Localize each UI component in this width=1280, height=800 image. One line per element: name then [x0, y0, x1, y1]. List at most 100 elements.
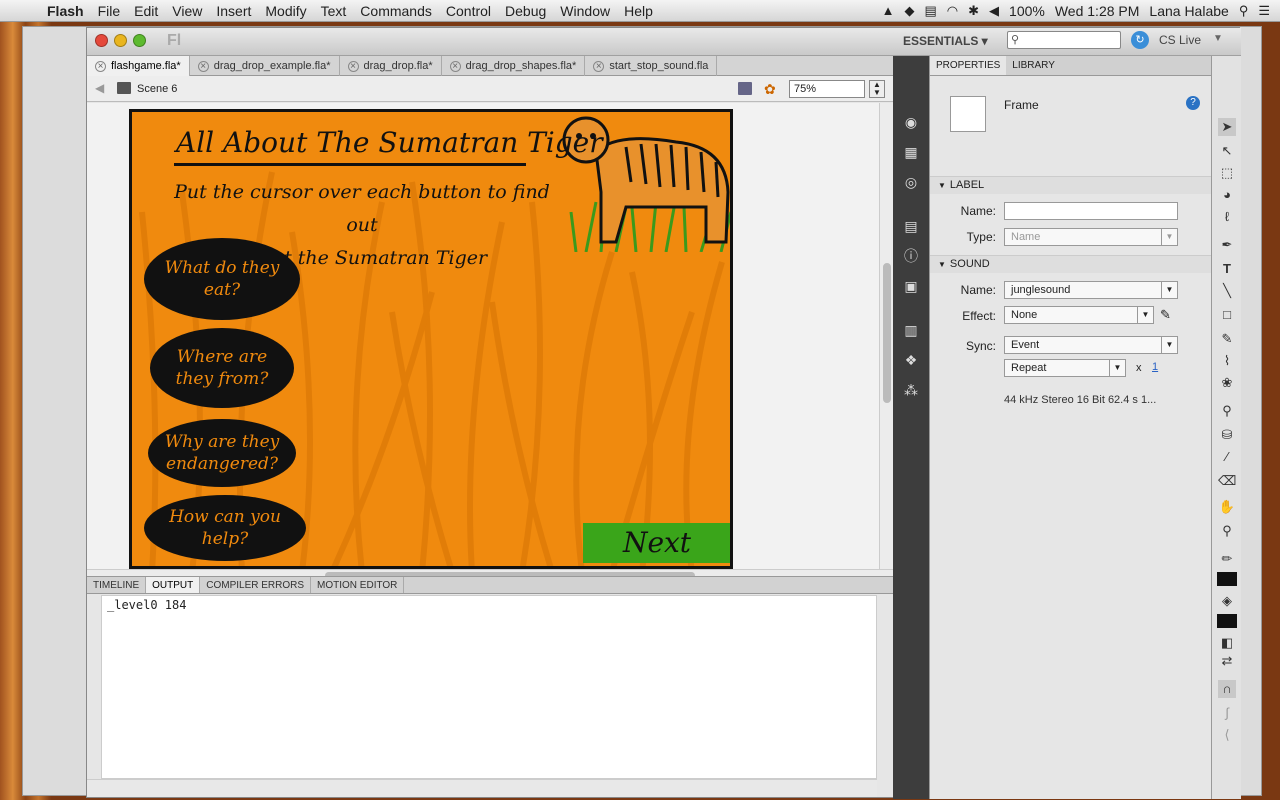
tab-output[interactable]: OUTPUT — [146, 577, 201, 593]
zoom-field[interactable]: 75% — [789, 80, 865, 98]
menu-control[interactable]: Control — [439, 3, 498, 19]
menu-help[interactable]: Help — [617, 3, 660, 19]
what-do-they-eat-button[interactable]: What do they eat? — [144, 238, 300, 320]
where-are-they-from-button[interactable]: Where are they from? — [150, 328, 294, 408]
menu-text[interactable]: Text — [314, 3, 354, 19]
transform-icon[interactable]: ▣ — [903, 278, 919, 294]
edit-symbols-icon[interactable]: ✿ — [764, 81, 776, 98]
motion-presets-icon[interactable]: ◎ — [903, 174, 919, 190]
menu-modify[interactable]: Modify — [258, 3, 313, 19]
eraser-tool-icon[interactable]: ⌫ — [1218, 472, 1236, 490]
edit-pencil-icon[interactable]: ✎ — [1160, 307, 1171, 323]
label-section-header[interactable]: ▼ LABEL — [930, 176, 1212, 194]
effect-dropdown[interactable]: None ▼ — [1004, 306, 1154, 324]
tab-compiler-errors[interactable]: COMPILER ERRORS — [200, 577, 312, 593]
movie-explorer-icon[interactable]: ⁂ — [903, 382, 919, 398]
sound-name-dropdown[interactable]: junglesound ▼ — [1004, 281, 1178, 299]
text-tool-icon[interactable]: T — [1218, 260, 1236, 278]
menu-edit[interactable]: Edit — [127, 3, 165, 19]
clock[interactable]: Wed 1:28 PM — [1055, 3, 1140, 19]
zoom-window-button[interactable] — [133, 34, 146, 47]
components-icon[interactable]: ❖ — [903, 352, 919, 368]
tab-drag-drop-shapes[interactable]: × drag_drop_shapes.fla* — [442, 56, 586, 76]
swatches-icon[interactable]: ▦ — [903, 144, 919, 160]
help-icon[interactable]: ? — [1186, 96, 1200, 110]
scene-label[interactable]: Scene 6 — [137, 83, 177, 95]
printer-icon[interactable]: ▤ — [924, 3, 936, 19]
pencil-tool-icon[interactable]: ✎ — [1218, 330, 1236, 348]
chevron-down-icon[interactable]: ▼ — [1213, 33, 1223, 44]
how-can-you-help-button[interactable]: How can you help? — [144, 495, 306, 561]
tab-library[interactable]: LIBRARY — [1006, 56, 1061, 75]
stroke-color-icon[interactable]: ✏ — [1218, 550, 1236, 568]
edit-scene-icon[interactable] — [738, 82, 752, 95]
sync-dropdown[interactable]: Event ▼ — [1004, 336, 1178, 354]
menu-commands[interactable]: Commands — [353, 3, 439, 19]
align-icon[interactable]: ▤ — [903, 218, 919, 234]
menu-view[interactable]: View — [165, 3, 209, 19]
wifi-icon[interactable]: ◠ — [947, 3, 958, 19]
cs-live-menu[interactable]: CS Live — [1159, 33, 1201, 47]
close-tab-icon[interactable]: × — [197, 60, 209, 72]
frame-name-input[interactable] — [1004, 202, 1178, 220]
repeat-dropdown[interactable]: Repeat ▼ — [1004, 359, 1126, 377]
info-icon[interactable]: ⓘ — [903, 248, 919, 264]
menu-debug[interactable]: Debug — [498, 3, 553, 19]
tab-drag-drop-example[interactable]: × drag_drop_example.fla* — [190, 56, 340, 76]
lasso-tool-icon[interactable]: ℓ — [1218, 208, 1236, 226]
fill-color-swatch[interactable] — [1217, 614, 1237, 628]
code-snippets-icon[interactable]: ▥ — [903, 322, 919, 338]
tab-start-stop-sound[interactable]: × start_stop_sound.fla — [585, 56, 718, 76]
swap-colors-icon[interactable]: ⇄ — [1218, 652, 1236, 670]
back-arrow-icon[interactable]: ◀ — [95, 81, 104, 95]
output-panel[interactable]: _level0 184 — [101, 595, 877, 779]
battery-status[interactable]: 100% — [1009, 3, 1045, 19]
tab-drag-drop[interactable]: × drag_drop.fla* — [340, 56, 442, 76]
scroll-thumb[interactable] — [883, 263, 891, 403]
hand-tool-icon[interactable]: ✋ — [1218, 498, 1236, 516]
dropbox-icon[interactable]: ◆ — [904, 3, 914, 19]
subselection-tool-icon[interactable]: ↖ — [1218, 142, 1236, 160]
adobe-icon[interactable]: ▲ — [882, 3, 895, 18]
sound-section-header[interactable]: ▼ SOUND — [930, 255, 1212, 273]
brush-tool-icon[interactable]: ⌇ — [1218, 352, 1236, 370]
fill-color-icon[interactable]: ◈ — [1218, 592, 1236, 610]
tab-timeline[interactable]: TIMELINE — [87, 577, 147, 593]
paint-bucket-tool-icon[interactable]: ⛁ — [1218, 426, 1236, 444]
user-name[interactable]: Lana Halabe — [1149, 3, 1228, 19]
menu-insert[interactable]: Insert — [209, 3, 258, 19]
close-window-button[interactable] — [95, 34, 108, 47]
rectangle-tool-icon[interactable]: □ — [1218, 306, 1236, 324]
bone-tool-icon[interactable]: ⚲ — [1218, 402, 1236, 420]
smooth-icon[interactable]: ∫ — [1218, 704, 1236, 722]
menu-app[interactable]: Flash — [40, 3, 91, 19]
close-tab-icon[interactable]: × — [95, 60, 106, 72]
label-type-dropdown[interactable]: Name ▼ — [1004, 228, 1178, 246]
repeat-count[interactable]: 1 — [1152, 361, 1158, 373]
zoom-tool-icon[interactable]: ⚲ — [1218, 522, 1236, 540]
menu-file[interactable]: File — [91, 3, 128, 19]
line-tool-icon[interactable]: ╲ — [1218, 282, 1236, 300]
zoom-stepper[interactable]: ▲ ▼ — [869, 80, 885, 98]
free-transform-tool-icon[interactable]: ⬚ — [1218, 164, 1236, 182]
close-tab-icon[interactable]: × — [347, 60, 359, 72]
why-endangered-button[interactable]: Why are they endangered? — [148, 419, 296, 487]
stage-vertical-scrollbar[interactable] — [879, 103, 893, 569]
spotlight-icon[interactable]: ⚲ — [1239, 3, 1249, 19]
straighten-icon[interactable]: ⟨ — [1218, 726, 1236, 744]
stage[interactable]: All About The Sumatran Tiger Put the cur… — [129, 109, 733, 569]
tab-motion-editor[interactable]: MOTION EDITOR — [311, 577, 405, 593]
minimize-window-button[interactable] — [114, 34, 127, 47]
tab-properties[interactable]: PROPERTIES — [930, 56, 1007, 75]
workspace-switcher[interactable]: ESSENTIALS ▾ — [903, 34, 988, 48]
pen-tool-icon[interactable]: ✒ — [1218, 236, 1236, 254]
menu-window[interactable]: Window — [553, 3, 617, 19]
close-tab-icon[interactable]: × — [449, 60, 461, 72]
bluetooth-icon[interactable]: ✱ — [968, 3, 979, 19]
volume-icon[interactable]: ◀ — [989, 3, 999, 19]
output-scrollbar[interactable] — [87, 779, 877, 797]
color-icon[interactable]: ◉ — [903, 114, 919, 130]
deco-tool-icon[interactable]: ❀ — [1218, 374, 1236, 392]
eyedropper-tool-icon[interactable]: ⁄ — [1218, 448, 1236, 466]
notification-icon[interactable]: ☰ — [1258, 3, 1270, 19]
